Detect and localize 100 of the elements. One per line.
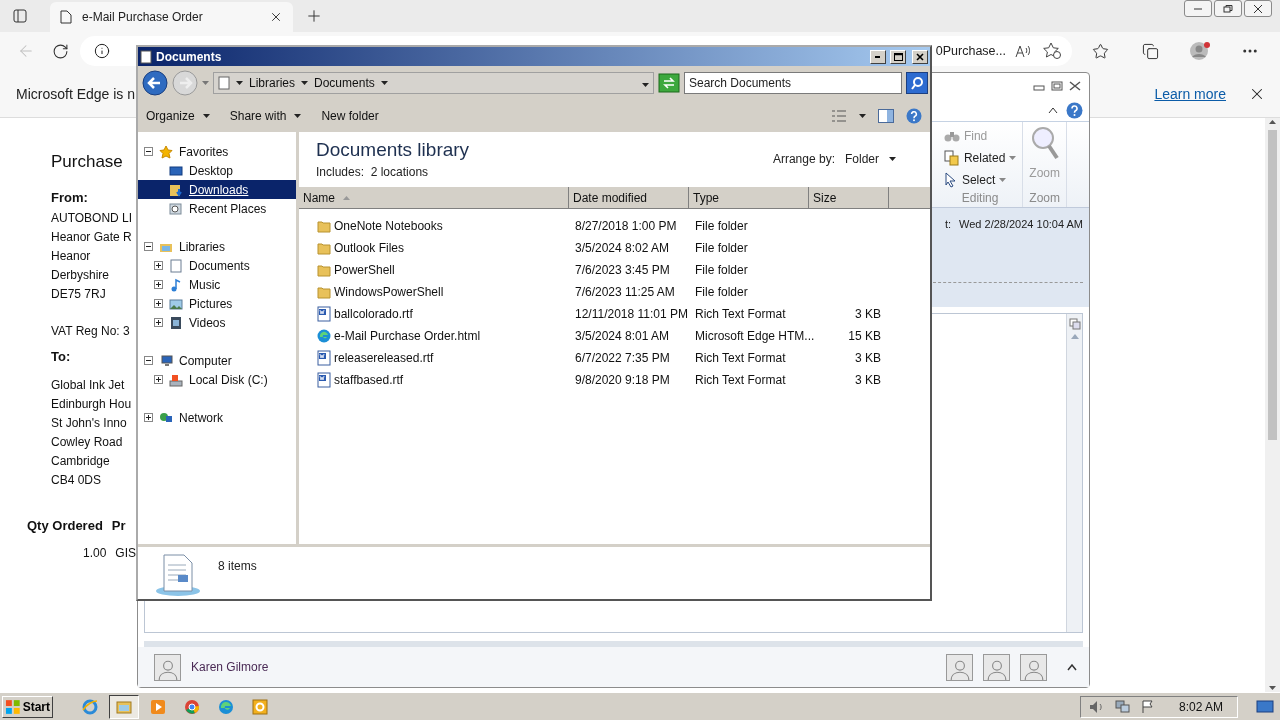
nav-item[interactable]: Desktop bbox=[138, 161, 296, 180]
file-name[interactable]: Outlook Files bbox=[334, 241, 405, 255]
nav-item[interactable]: Videos bbox=[138, 313, 296, 332]
expand-toggle[interactable] bbox=[154, 375, 163, 384]
file-name[interactable]: PowerShell bbox=[334, 263, 395, 277]
close-icon[interactable] bbox=[269, 10, 283, 24]
arrange-label: Arrange by: bbox=[772, 152, 835, 166]
library-icon bbox=[218, 76, 230, 90]
nav-item[interactable]: Computer bbox=[138, 351, 296, 370]
search-button[interactable] bbox=[906, 72, 928, 94]
nav-item[interactable]: Pictures bbox=[138, 294, 296, 313]
column-header[interactable]: Date modified bbox=[569, 187, 689, 208]
outlook-icon bbox=[251, 697, 269, 716]
scroll-up-icon[interactable] bbox=[1269, 120, 1276, 124]
library-title: Documents library bbox=[316, 139, 470, 161]
breadcrumb-bar[interactable]: Libraries Documents bbox=[213, 72, 654, 94]
browser-tab[interactable]: e-Mail Purchase Order bbox=[50, 2, 293, 32]
help-icon[interactable] bbox=[906, 108, 922, 124]
address-line: Edinburgh Hou bbox=[51, 397, 132, 413]
column-header[interactable]: Size bbox=[809, 187, 889, 208]
network-icon[interactable] bbox=[1114, 699, 1131, 714]
clock: 8:02 AM bbox=[1178, 699, 1223, 714]
breadcrumb-item[interactable]: Libraries bbox=[249, 76, 296, 90]
breadcrumb-caret-icon bbox=[301, 81, 309, 85]
collapse-toggle[interactable] bbox=[144, 356, 153, 365]
cursor-icon bbox=[943, 172, 958, 188]
edge-icon bbox=[317, 329, 331, 343]
arrange-dropdown[interactable]: Folder bbox=[845, 152, 896, 166]
column-header[interactable]: Type bbox=[689, 187, 809, 208]
collapse-toggle[interactable] bbox=[144, 242, 153, 251]
restore-button[interactable] bbox=[1214, 0, 1242, 17]
file-name[interactable]: OneNote Notebooks bbox=[334, 219, 443, 233]
file-name[interactable]: e-Mail Purchase Order.html bbox=[334, 329, 481, 343]
windows-logo-icon bbox=[5, 698, 21, 715]
volume-icon[interactable] bbox=[1088, 699, 1105, 714]
file-name[interactable]: staffbased.rtf bbox=[334, 373, 404, 387]
nav-item[interactable]: Recent Places bbox=[138, 199, 296, 218]
nav-item[interactable]: Documents bbox=[138, 256, 296, 275]
file-name[interactable]: WindowsPowerShell bbox=[334, 285, 444, 299]
learn-more-link[interactable]: Learn more bbox=[1154, 85, 1226, 102]
column-header: Qty Ordered bbox=[27, 518, 103, 533]
collapse-toggle[interactable] bbox=[144, 147, 153, 156]
scrollbar[interactable] bbox=[1265, 118, 1280, 692]
toolbar-button[interactable]: Share with bbox=[229, 109, 302, 123]
nav-item[interactable]: Local Disk (C:) bbox=[138, 370, 296, 389]
collapse-ribbon-icon[interactable] bbox=[1048, 106, 1058, 114]
back-button[interactable] bbox=[142, 70, 168, 96]
expand-toggle[interactable] bbox=[154, 318, 163, 327]
ribbon-button[interactable]: Related bbox=[943, 148, 1017, 168]
close-icon bbox=[1253, 4, 1263, 13]
expand-icon[interactable] bbox=[1067, 663, 1077, 671]
preview-pane-icon[interactable] bbox=[878, 109, 894, 123]
file-name[interactable]: ballcolorado.rtf bbox=[334, 307, 413, 321]
toolbar-button[interactable]: New folder bbox=[321, 109, 379, 123]
breadcrumb-item[interactable]: Documents bbox=[314, 76, 375, 90]
show-desktop-icon[interactable] bbox=[1256, 699, 1274, 714]
flag-icon[interactable] bbox=[1140, 699, 1155, 714]
start-button[interactable]: Start bbox=[2, 695, 53, 718]
expand-toggle[interactable] bbox=[154, 280, 163, 289]
nav-item[interactable]: Favorites bbox=[138, 142, 296, 161]
nav-item[interactable]: Music bbox=[138, 275, 296, 294]
expand-toggle[interactable] bbox=[144, 413, 153, 422]
library-includes: Includes: 2 locations bbox=[316, 165, 430, 179]
help-icon[interactable] bbox=[1066, 101, 1083, 119]
restore-icon[interactable] bbox=[1051, 81, 1063, 91]
nav-item[interactable]: Downloads bbox=[138, 180, 296, 199]
file-size: 3 KB bbox=[855, 373, 881, 387]
breadcrumb-caret-icon bbox=[380, 81, 388, 85]
nav-item[interactable]: Network bbox=[138, 408, 296, 427]
column-header: Pr bbox=[111, 518, 126, 533]
binoculars-icon bbox=[943, 129, 960, 143]
search-field[interactable]: Search Documents bbox=[684, 72, 902, 94]
expand-toggle[interactable] bbox=[154, 261, 163, 270]
toolbar-button[interactable]: Organize bbox=[146, 109, 210, 123]
media-player-icon bbox=[149, 697, 167, 716]
file-type: Rich Text Format bbox=[695, 373, 786, 387]
nav-item[interactable]: Libraries bbox=[138, 237, 296, 256]
address-line: AUTOBOND LI bbox=[51, 211, 133, 227]
close-icon[interactable] bbox=[1069, 81, 1081, 91]
contact-name: Karen Gilmore bbox=[191, 660, 269, 674]
scrollbar[interactable] bbox=[1066, 314, 1082, 632]
group-label: Editing bbox=[960, 191, 1000, 207]
expand-toggle[interactable] bbox=[154, 299, 163, 308]
maximize-button[interactable] bbox=[890, 49, 906, 64]
column-header[interactable]: Name bbox=[299, 187, 569, 208]
close-button[interactable] bbox=[1244, 0, 1272, 17]
file-type: File folder bbox=[695, 219, 748, 233]
refresh-button[interactable] bbox=[658, 73, 680, 93]
reload-icon[interactable] bbox=[51, 42, 69, 60]
restore-icon bbox=[1223, 4, 1233, 13]
view-switch-icon[interactable] bbox=[1068, 318, 1081, 330]
file-name[interactable]: releasereleased.rtf bbox=[334, 351, 434, 365]
minimize-icon bbox=[875, 55, 881, 58]
table-cell: GIS bbox=[115, 546, 137, 560]
item-count: 8 items bbox=[218, 559, 257, 573]
read-aloud-icon[interactable] bbox=[1014, 43, 1032, 59]
scroll-down-icon[interactable] bbox=[1269, 686, 1276, 690]
ribbon-button[interactable]: Select bbox=[943, 170, 1017, 190]
taskbar-app[interactable] bbox=[109, 694, 139, 719]
add-favorite-icon[interactable] bbox=[1042, 42, 1062, 60]
